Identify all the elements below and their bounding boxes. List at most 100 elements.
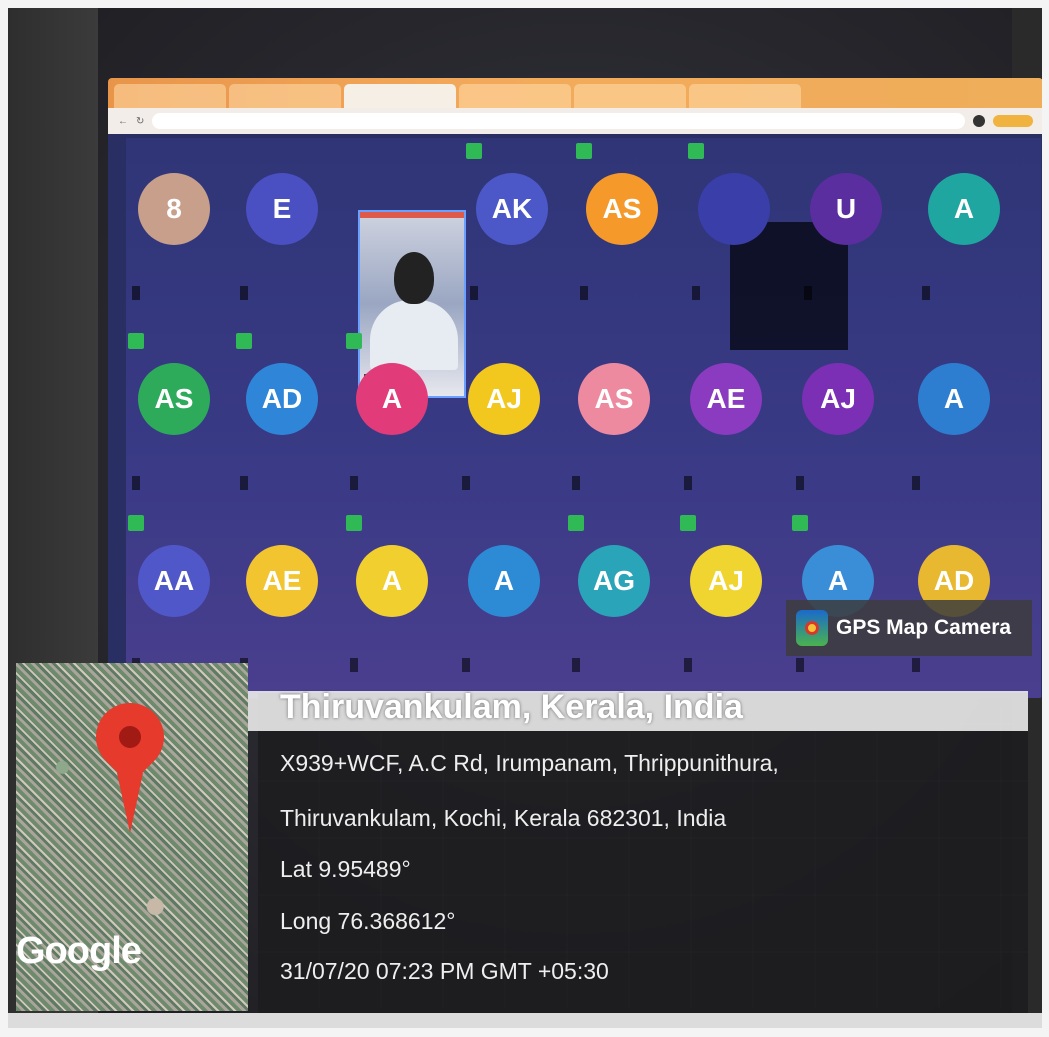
participant-name <box>580 286 588 300</box>
participant-tile[interactable]: AJ <box>678 510 783 690</box>
gps-map-camera-icon <box>796 610 828 646</box>
participant-name <box>470 286 478 300</box>
participant-avatar: AG <box>578 545 650 617</box>
participant-avatar: 8 <box>138 173 210 245</box>
participant-avatar: AE <box>246 545 318 617</box>
participant-avatar: A <box>918 363 990 435</box>
place-title: Thiruvankulam, Kerala, India <box>280 688 743 726</box>
latitude: Lat 9.95489° <box>280 856 411 882</box>
address-bar: ← ↻ <box>108 108 1042 134</box>
participant-tile[interactable]: A <box>916 138 1021 318</box>
participant-tile[interactable]: AJ <box>456 328 561 508</box>
participant-name <box>912 476 920 490</box>
checkbox-icon[interactable] <box>128 333 144 349</box>
participant-tile[interactable]: A <box>456 510 561 690</box>
participant-name <box>350 476 358 490</box>
gps-app-label: GPS Map Camera <box>836 616 1012 639</box>
browser-tab[interactable] <box>229 84 341 108</box>
participant-name <box>572 658 580 672</box>
participant-avatar: AS <box>578 363 650 435</box>
participant-name <box>684 476 692 490</box>
address-line-2: Thiruvankulam, Kochi, Kerala 682301, Ind… <box>280 805 727 831</box>
browser-tab[interactable] <box>114 84 226 108</box>
participant-tile[interactable]: AK <box>464 138 569 318</box>
timestamp: 31/07/20 07:23 PM GMT +05:30 <box>280 958 609 984</box>
participant-avatar: AJ <box>468 363 540 435</box>
participant-name <box>796 476 804 490</box>
participant-avatar: A <box>356 363 428 435</box>
reload-icon[interactable]: ↻ <box>136 116 144 127</box>
checkbox-icon[interactable] <box>568 515 584 531</box>
participant-avatar: AS <box>586 173 658 245</box>
participant-avatar: U <box>810 173 882 245</box>
photo-border <box>8 1013 1042 1028</box>
participant-tile[interactable]: AE <box>234 510 339 690</box>
map-brand: Google <box>16 930 142 972</box>
browser-tab[interactable] <box>689 84 801 108</box>
checkbox-icon[interactable] <box>680 515 696 531</box>
participant-tile[interactable] <box>686 138 791 318</box>
participant-avatar: AJ <box>802 363 874 435</box>
participant-tile[interactable]: AS <box>126 328 231 508</box>
profile-icon[interactable] <box>973 115 985 127</box>
participant-name <box>684 658 692 672</box>
participant-tile[interactable]: AE <box>678 328 783 508</box>
browser-tabbar <box>108 78 1042 108</box>
participant-tile[interactable]: U <box>798 138 903 318</box>
longitude: Long 76.368612° <box>280 908 456 934</box>
participant-tile[interactable]: A <box>344 510 449 690</box>
participant-avatar: A <box>468 545 540 617</box>
participant-avatar: AA <box>138 545 210 617</box>
checkbox-icon[interactable] <box>688 143 704 159</box>
participant-name <box>462 476 470 490</box>
participant-name <box>572 476 580 490</box>
participant-tile[interactable]: A <box>906 328 1011 508</box>
participant-tile[interactable]: E <box>234 138 339 318</box>
participant-avatar: AD <box>246 363 318 435</box>
participant-name <box>912 658 920 672</box>
participant-tile[interactable]: AJ <box>790 328 895 508</box>
participant-avatar: E <box>246 173 318 245</box>
participant-tile[interactable]: A <box>344 328 449 508</box>
participant-name <box>132 476 140 490</box>
back-icon[interactable]: ← <box>118 116 128 127</box>
participant-name <box>240 286 248 300</box>
participant-tile[interactable]: AS <box>566 328 671 508</box>
browser-tab-active[interactable] <box>344 84 456 108</box>
checkbox-icon[interactable] <box>236 333 252 349</box>
participant-name <box>692 286 700 300</box>
checkbox-icon[interactable] <box>128 515 144 531</box>
participant-avatar: AJ <box>690 545 762 617</box>
checkbox-icon[interactable] <box>576 143 592 159</box>
checkbox-icon[interactable] <box>466 143 482 159</box>
browser-tab[interactable] <box>459 84 571 108</box>
checkbox-icon[interactable] <box>792 515 808 531</box>
participant-avatar: AS <box>138 363 210 435</box>
participant-avatar: A <box>356 545 428 617</box>
participant-name <box>922 286 930 300</box>
participant-tile[interactable]: AD <box>234 328 339 508</box>
participant-name <box>132 286 140 300</box>
photo: ← ↻ 8 E AK AS U A AS AD A AJ AS AE AJ A AA AE A A AG AJ A AD … <box>8 8 1042 1028</box>
participant-tile[interactable]: AS <box>574 138 679 318</box>
participant-avatar: A <box>928 173 1000 245</box>
address-line-1: X939+WCF, A.C Rd, Irumpanam, Thrippunith… <box>280 750 779 776</box>
participant-tile[interactable]: AG <box>566 510 671 690</box>
url-field[interactable] <box>152 113 965 129</box>
participant-avatar <box>698 173 770 245</box>
speaker-indicator <box>360 212 464 218</box>
participant-name <box>462 658 470 672</box>
menu-icon[interactable] <box>993 115 1033 127</box>
participant-name <box>804 286 812 300</box>
participant-name <box>350 658 358 672</box>
participant-name <box>796 658 804 672</box>
participant-avatar: AK <box>476 173 548 245</box>
participant-name <box>240 476 248 490</box>
checkbox-icon[interactable] <box>346 515 362 531</box>
participant-avatar: AE <box>690 363 762 435</box>
gps-app-badge: GPS Map Camera <box>786 600 1032 656</box>
checkbox-icon[interactable] <box>346 333 362 349</box>
participant-tile[interactable]: 8 <box>126 138 231 318</box>
browser-tab[interactable] <box>574 84 686 108</box>
participant-head <box>394 252 434 304</box>
